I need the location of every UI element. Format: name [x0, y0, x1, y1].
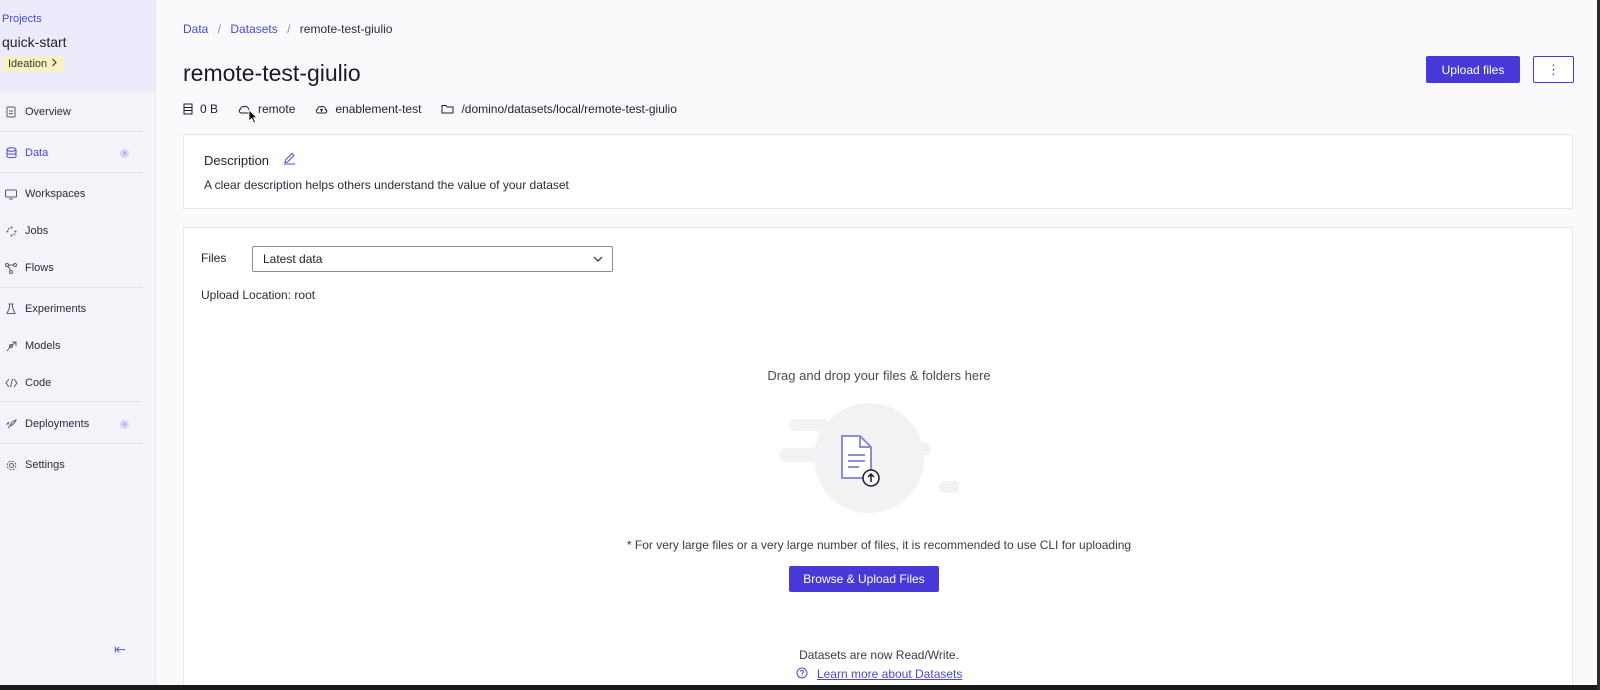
- nav-divider: [0, 443, 143, 444]
- sidebar-item-code[interactable]: Code: [0, 372, 143, 394]
- sidebar-item-label: Models: [25, 340, 61, 352]
- description-card: Description A clear description helps ot…: [183, 134, 1573, 209]
- sidebar-item-overview[interactable]: Overview: [0, 101, 143, 123]
- sidebar-item-experiments[interactable]: Experiments: [0, 298, 143, 320]
- breadcrumb-data[interactable]: Data: [183, 22, 208, 36]
- sidebar-item-label: Flows: [25, 262, 54, 274]
- edit-pencil-icon[interactable]: [283, 152, 296, 168]
- breadcrumb-datasets[interactable]: Datasets: [230, 22, 277, 36]
- learn-more-link[interactable]: Learn more about Datasets: [817, 667, 962, 681]
- folder-icon: [441, 105, 454, 114]
- sidebar-item-flows[interactable]: Flows: [0, 257, 143, 279]
- dataset-size: 0 B: [200, 102, 219, 116]
- flow-icon: [4, 261, 18, 275]
- sidebar-item-label: Code: [25, 377, 52, 389]
- upload-location: Upload Location: root: [201, 288, 316, 302]
- snapshot-select[interactable]: Latest data: [252, 246, 613, 272]
- breadcrumb-separator: /: [287, 22, 291, 36]
- chevron-down-icon: [592, 253, 604, 268]
- rocket-icon: [4, 417, 18, 431]
- stage-badge[interactable]: Ideation: [2, 56, 65, 72]
- database-icon: [4, 146, 18, 160]
- expand-icon[interactable]: ›: [120, 148, 129, 158]
- cloud-upload-icon: [316, 105, 328, 114]
- size-meta: 0 B: [183, 102, 218, 116]
- sidebar-item-data[interactable]: Data ›: [0, 142, 143, 164]
- volume-name: enablement-test: [335, 102, 422, 116]
- sidebar-item-label: Overview: [25, 106, 71, 118]
- page-title: remote-test-giulio: [183, 60, 361, 86]
- chevron-right-icon: [51, 58, 58, 70]
- storage-type: remote: [258, 102, 296, 116]
- projects-link[interactable]: Projects: [2, 13, 155, 25]
- files-label: Files: [201, 251, 227, 265]
- description-header: Description: [204, 152, 296, 168]
- expand-icon[interactable]: ›: [120, 419, 129, 429]
- stage-label: Ideation: [8, 58, 48, 70]
- sidebar-item-settings[interactable]: Settings: [0, 454, 143, 476]
- volume-meta: enablement-test: [315, 102, 421, 116]
- nav-divider: [0, 172, 143, 173]
- breadcrumb-separator: /: [217, 22, 222, 36]
- browse-upload-button[interactable]: Browse & Upload Files: [789, 566, 939, 592]
- project-header: Projects quick-start Ideation: [0, 0, 155, 91]
- breadcrumb-current: remote-test-giulio: [299, 22, 393, 36]
- spinner-icon: [4, 224, 18, 238]
- storage-size-icon: [183, 103, 193, 115]
- mouse-cursor-icon: [248, 109, 258, 127]
- collapse-sidebar-icon[interactable]: ⇤: [114, 641, 126, 658]
- sidebar: Projects quick-start Ideation Overview D…: [0, 0, 156, 685]
- document-icon: [4, 105, 18, 119]
- path-meta: /domino/datasets/local/remote-test-giuli…: [441, 102, 677, 116]
- main-content: Data / Datasets / remote-test-giulio rem…: [156, 0, 1600, 690]
- sidebar-item-label: Data: [25, 147, 49, 159]
- bottom-bar: [0, 685, 1600, 690]
- storage-meta: remote: [238, 102, 295, 116]
- dataset-meta: 0 B remote enablement-test /domino/datas…: [183, 102, 697, 116]
- nav-divider: [0, 401, 143, 402]
- description-placeholder[interactable]: A clear description helps others underst…: [204, 178, 569, 192]
- description-title: Description: [204, 152, 270, 168]
- sidebar-item-jobs[interactable]: Jobs: [0, 220, 143, 242]
- read-write-note: Datasets are now Read/Write.: [799, 648, 959, 662]
- drop-zone-text: Drag and drop your files & folders here: [767, 368, 991, 383]
- monitor-icon: [4, 187, 18, 201]
- sidebar-item-label: Deployments: [25, 418, 90, 430]
- cli-note: * For very large files or a very large n…: [626, 538, 1132, 552]
- gear-icon: [4, 458, 18, 472]
- project-name: quick-start: [2, 34, 67, 50]
- breadcrumb: Data / Datasets / remote-test-giulio: [183, 22, 392, 36]
- sidebar-item-label: Experiments: [25, 303, 87, 315]
- model-icon: [4, 339, 18, 353]
- more-options-button[interactable]: ⋮: [1533, 56, 1574, 83]
- help-icon: [796, 667, 808, 682]
- code-icon: [4, 376, 18, 390]
- files-card: Files Latest data Upload Location: root …: [183, 227, 1573, 687]
- upload-illustration: [779, 403, 961, 526]
- sidebar-item-label: Settings: [25, 459, 65, 471]
- upload-files-button[interactable]: Upload files: [1426, 56, 1520, 83]
- sidebar-item-workspaces[interactable]: Workspaces: [0, 183, 143, 205]
- nav-divider: [0, 131, 143, 132]
- flask-icon: [4, 302, 18, 316]
- dataset-path: /domino/datasets/local/remote-test-giuli…: [461, 102, 677, 116]
- sidebar-item-models[interactable]: Models: [0, 335, 143, 357]
- learn-more: Learn more about Datasets: [184, 667, 1574, 682]
- nav-divider: [0, 287, 143, 288]
- snapshot-selected: Latest data: [263, 252, 323, 266]
- sidebar-item-label: Jobs: [25, 225, 49, 237]
- sidebar-item-label: Workspaces: [25, 188, 86, 200]
- sidebar-item-deployments[interactable]: Deployments ›: [0, 413, 143, 435]
